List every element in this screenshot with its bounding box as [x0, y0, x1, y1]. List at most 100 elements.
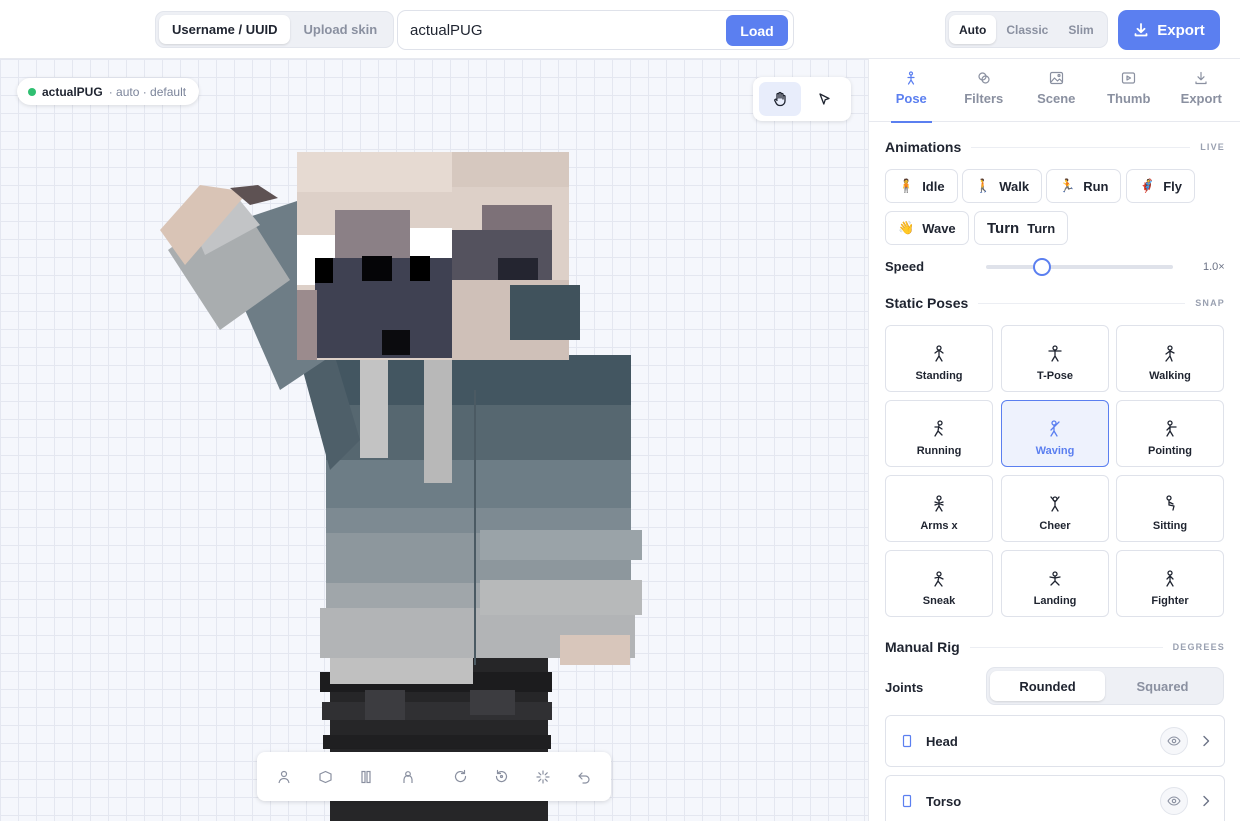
box-icon	[318, 770, 332, 783]
person-icon	[278, 770, 290, 783]
select-tool-button[interactable]	[803, 82, 845, 116]
pose-cheer[interactable]: Cheer	[1001, 475, 1109, 542]
speed-slider-thumb[interactable]	[1033, 258, 1052, 276]
pose-running[interactable]: Running	[885, 400, 993, 467]
username-input[interactable]	[410, 19, 710, 41]
degrees-tag: DEGREES	[1172, 642, 1225, 652]
pose-sitting[interactable]: Sitting	[1116, 475, 1224, 542]
fly-icon: 🦸	[1139, 178, 1156, 193]
reset-view-button[interactable]	[481, 759, 522, 795]
speed-slider-track[interactable]	[986, 265, 1173, 269]
skin-model-render[interactable]	[0, 59, 868, 821]
top-bar: Username / UUID Upload skin Load Auto Cl…	[0, 0, 1240, 59]
pose-arms-x[interactable]: Arms x	[885, 475, 993, 542]
model-toggle: Auto Classic Slim	[945, 11, 1108, 48]
pose-t-pose[interactable]: T-Pose	[1001, 325, 1109, 392]
anim-run-label: Run	[1083, 178, 1109, 194]
pose-label: Arms x	[920, 520, 958, 532]
pose-walking[interactable]: Walking	[1116, 325, 1224, 392]
skin-name: actualPUG	[42, 84, 103, 99]
pose-figure-icon	[934, 495, 944, 512]
view-outline-button[interactable]	[387, 759, 428, 795]
pose-pointing[interactable]: Pointing	[1116, 400, 1224, 467]
undo-icon	[578, 771, 590, 784]
tab-filters[interactable]: Filters	[948, 59, 1021, 122]
anim-walk-button[interactable]: 🚶 Walk	[962, 169, 1043, 203]
pan-tool-button[interactable]	[759, 82, 801, 116]
sparkle-icon	[536, 769, 550, 784]
pose-figure-icon	[934, 345, 944, 362]
pose-landing[interactable]: Landing	[1001, 550, 1109, 617]
anim-walk-label: Walk	[999, 178, 1030, 194]
rig-part-torso[interactable]: Torso	[885, 775, 1225, 821]
tab-username-uuid[interactable]: Username / UUID	[159, 15, 291, 44]
pose-label: Sneak	[922, 595, 956, 607]
pose-figure-icon	[1050, 420, 1060, 437]
joint-squared[interactable]: Squared	[1105, 671, 1220, 701]
joint-style-toggle: Rounded Squared	[986, 667, 1224, 705]
view-columns-button[interactable]	[346, 759, 387, 795]
pose-fighter[interactable]: Fighter	[1116, 550, 1224, 617]
pose-label: Landing	[1033, 595, 1077, 607]
pose-label: Cheer	[1039, 520, 1071, 532]
rig-part-head[interactable]: Head	[885, 715, 1225, 767]
idle-icon: 🧍	[898, 178, 915, 193]
pose-figure-icon	[1166, 570, 1174, 587]
eye-icon	[1167, 736, 1181, 746]
view-box-button[interactable]	[304, 759, 345, 795]
bottom-toolbar	[257, 752, 611, 801]
pose-waving[interactable]: Waving	[1001, 400, 1109, 467]
export-button[interactable]: Export	[1118, 10, 1220, 50]
anim-idle-button[interactable]: 🧍 Idle	[885, 169, 958, 203]
animations-header: Animations LIVE	[885, 139, 1225, 155]
pose-sneak[interactable]: Sneak	[885, 550, 993, 617]
anim-idle-label: Idle	[922, 178, 945, 194]
3d-viewport[interactable]: actualPUG · auto · default	[0, 59, 868, 821]
filters-icon	[978, 72, 990, 84]
skin-status-pill: actualPUG · auto · default	[17, 78, 200, 105]
pose-figure-icon	[1048, 345, 1062, 362]
chevron-right-icon	[1203, 795, 1210, 807]
tab-scene[interactable]: Scene	[1020, 59, 1093, 122]
model-slim[interactable]: Slim	[1058, 15, 1103, 44]
joint-rounded[interactable]: Rounded	[990, 671, 1105, 701]
head	[297, 152, 580, 360]
tab-upload-skin[interactable]: Upload skin	[290, 15, 390, 44]
tab-thumb[interactable]: Thumb	[1093, 59, 1166, 122]
pose-label: T-Pose	[1036, 370, 1074, 382]
figure-icon	[907, 71, 915, 85]
model-classic[interactable]: Classic	[996, 15, 1058, 44]
visibility-toggle[interactable]	[1160, 787, 1188, 815]
pose-figure-icon	[1050, 496, 1060, 512]
reset-icon	[495, 769, 508, 783]
run-icon: 🏃	[1059, 178, 1076, 193]
anim-fly-label: Fly	[1163, 178, 1182, 194]
torso	[320, 355, 642, 684]
undo-button[interactable]	[564, 759, 605, 795]
tab-filters-label: Filters	[964, 91, 1004, 106]
rig-part-label: Head	[926, 733, 958, 749]
visibility-toggle[interactable]	[1160, 727, 1188, 755]
pose-standing[interactable]: Standing	[885, 325, 993, 392]
pose-figure-icon	[934, 420, 943, 437]
tab-export[interactable]: Export	[1165, 59, 1238, 122]
joints-label: Joints	[885, 680, 924, 695]
effects-button[interactable]	[522, 759, 563, 795]
load-button[interactable]: Load	[726, 15, 788, 46]
anim-fly-button[interactable]: 🦸 Fly	[1126, 169, 1195, 203]
source-toggle: Username / UUID Upload skin	[155, 11, 395, 48]
hand-icon	[774, 91, 786, 107]
person-outline-icon	[403, 770, 413, 783]
mode-tools	[753, 77, 851, 121]
view-person-button[interactable]	[263, 759, 304, 795]
pose-label: Sitting	[1152, 520, 1188, 532]
model-auto[interactable]: Auto	[949, 15, 997, 44]
anim-wave-button[interactable]: 👋 Wave	[885, 211, 969, 245]
anim-turn-button[interactable]: Turn Turn	[974, 211, 1069, 245]
auto-rotate-button[interactable]	[439, 759, 480, 795]
divider	[969, 646, 1163, 648]
tab-pose[interactable]: Pose	[875, 59, 948, 123]
pose-figure-icon	[1166, 495, 1175, 511]
download-icon	[1195, 71, 1207, 85]
anim-run-button[interactable]: 🏃 Run	[1046, 169, 1122, 203]
